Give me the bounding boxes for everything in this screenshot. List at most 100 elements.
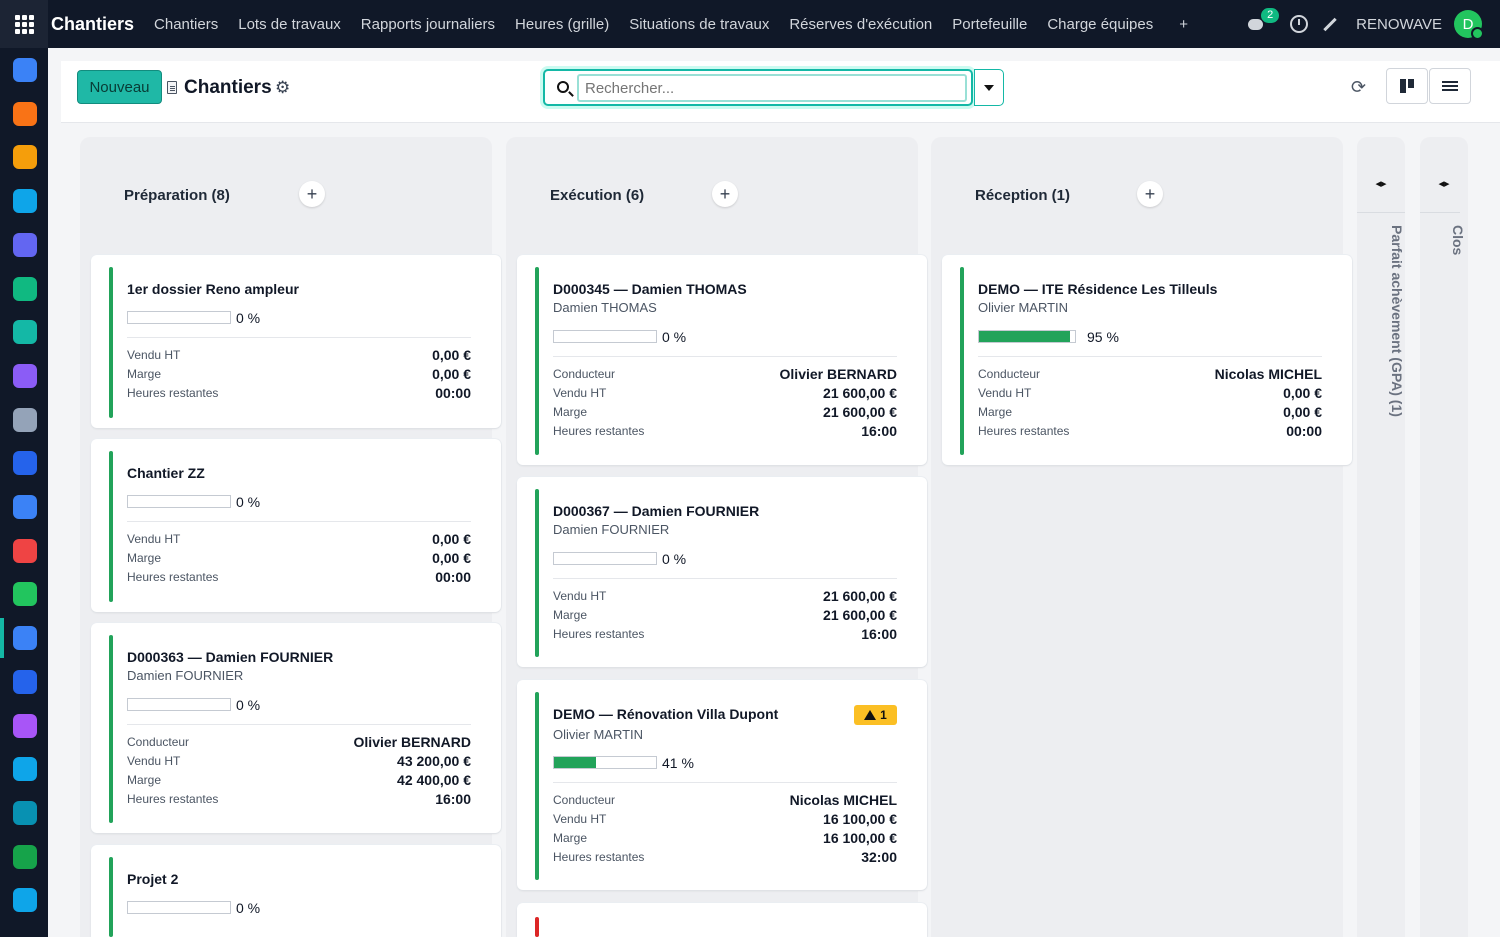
row-value: 00:00 — [1286, 423, 1322, 439]
row-label: Heures restantes — [127, 792, 219, 806]
column-title[interactable]: Exécution (6) — [550, 187, 644, 204]
menu-item-heures[interactable]: Heures (grille) — [505, 16, 619, 33]
contacts-icon[interactable] — [13, 276, 37, 301]
kanban-card-partial[interactable] — [517, 903, 927, 937]
folded-column-gpa[interactable]: ◂▸ Parfait achèvement (GPA) (1) — [1357, 137, 1405, 937]
expand-arrows-icon[interactable]: ◂▸ — [1357, 177, 1405, 190]
purchase-icon[interactable] — [13, 713, 37, 738]
activity-clock-icon[interactable] — [1290, 15, 1309, 33]
crm-icon[interactable] — [13, 232, 37, 257]
row-label: Vendu HT — [553, 812, 607, 826]
search-icon — [557, 81, 569, 93]
row-value: 00:00 — [435, 569, 471, 585]
app-brand[interactable]: Chantiers — [51, 14, 134, 35]
row-value: 21 600,00 € — [823, 588, 897, 604]
planning-icon[interactable] — [13, 495, 37, 519]
card-subtitle: Olivier MARTIN — [553, 727, 644, 742]
folded-column-clos[interactable]: ◂▸ Clos — [1420, 137, 1468, 937]
card-title: 1er dossier Reno ampleur — [127, 281, 299, 297]
column-title[interactable]: Réception (1) — [975, 187, 1070, 204]
gear-icon[interactable]: ⚙ — [275, 78, 290, 98]
user-avatar[interactable]: D — [1454, 10, 1484, 40]
row-label: Heures restantes — [553, 850, 645, 864]
spreadsheet-icon[interactable] — [13, 844, 37, 869]
kanban-card[interactable]: 1er dossier Reno ampleur 0 % Vendu HT 0,… — [91, 255, 501, 428]
folded-column-title: Parfait achèvement (GPA) (1) — [1389, 225, 1405, 417]
search-options-dropdown[interactable] — [974, 69, 1004, 106]
list-view-button[interactable] — [1429, 68, 1471, 104]
menu-item-portefeuille[interactable]: Portefeuille — [942, 16, 1037, 33]
discuss-icon[interactable] — [13, 58, 37, 82]
search-input[interactable] — [577, 74, 967, 102]
row-value: 0,00 € — [432, 550, 471, 566]
kanban-card[interactable]: D000367 — Damien FOURNIER Damien FOURNIE… — [517, 477, 927, 667]
kanban-card[interactable]: Chantier ZZ 0 % Vendu HT 0,00 € Marge 0,… — [91, 439, 501, 612]
menu-item-reserves[interactable]: Réserves d'exécution — [779, 16, 942, 33]
refresh-icon[interactable]: ⟳ — [1351, 77, 1366, 98]
kanban-card[interactable]: DEMO — ITE Résidence Les Tilleuls Olivie… — [942, 255, 1352, 465]
menu-item-rapports[interactable]: Rapports journaliers — [351, 16, 505, 33]
dashboard-icon[interactable] — [13, 538, 37, 563]
card-status-bar — [535, 267, 539, 455]
row-label: Conducteur — [978, 367, 1041, 381]
top-navbar: Chantiers Chantiers Lots de travaux Rapp… — [0, 0, 1500, 48]
column-add-icon[interactable]: + — [299, 181, 325, 207]
expand-arrows-icon[interactable]: ◂▸ — [1420, 177, 1468, 190]
menu-item-situations[interactable]: Situations de travaux — [619, 16, 779, 33]
kanban-card[interactable]: D000363 — Damien FOURNIER Damien FOURNIE… — [91, 623, 501, 833]
kanban-view-button[interactable] — [1386, 68, 1428, 104]
new-button[interactable]: Nouveau — [77, 70, 162, 104]
column-add-icon[interactable]: + — [712, 181, 738, 207]
app-menu-button[interactable] — [0, 0, 48, 48]
card-status-bar — [109, 635, 113, 823]
warning-badge[interactable]: 1 — [854, 705, 897, 725]
menu-item-charge[interactable]: Charge équipes — [1037, 16, 1163, 33]
documents-icon[interactable] — [13, 669, 37, 694]
calendar-31-icon[interactable] — [13, 145, 37, 170]
menu-item-lots[interactable]: Lots de travaux — [228, 16, 351, 33]
row-value: Nicolas MICHEL — [789, 792, 897, 808]
row-label: Vendu HT — [553, 386, 607, 400]
row-label: Conducteur — [127, 735, 190, 749]
app-sidebar — [0, 48, 48, 937]
column-title[interactable]: Préparation (8) — [124, 187, 230, 204]
mail-icon[interactable] — [13, 320, 37, 345]
progress-bar — [127, 311, 231, 324]
company-switcher[interactable]: RENOWAVE — [1356, 16, 1442, 33]
row-label: Vendu HT — [553, 589, 607, 603]
progress-label: 95 % — [1087, 329, 1119, 345]
row-label: Vendu HT — [127, 754, 181, 768]
card-status-bar — [535, 917, 539, 937]
row-value: 16:00 — [861, 423, 897, 439]
row-value: 00:00 — [435, 385, 471, 401]
card-subtitle: Damien THOMAS — [553, 300, 657, 315]
kanban-card[interactable]: D000345 — Damien THOMAS Damien THOMAS 0 … — [517, 255, 927, 465]
timesheet-icon[interactable] — [13, 582, 37, 607]
apps-grid-icon — [14, 14, 34, 34]
progress-label: 0 % — [236, 310, 261, 326]
column-add-icon[interactable]: + — [1137, 181, 1163, 207]
menu-item-chantiers[interactable]: Chantiers — [144, 16, 228, 33]
card-title: Chantier ZZ — [127, 465, 205, 481]
row-label: Marge — [553, 831, 588, 845]
search-box — [543, 69, 973, 106]
menu-add-icon[interactable]: + — [1169, 16, 1198, 33]
employees-icon[interactable] — [13, 800, 37, 825]
kanban-card[interactable]: Projet 2 0 % — [91, 845, 501, 937]
magic-wand-icon[interactable] — [1323, 17, 1337, 31]
chat-bubble-icon[interactable] — [13, 101, 37, 126]
row-label: Heures restantes — [553, 424, 645, 438]
project-icon[interactable] — [13, 451, 37, 476]
invoicing-icon[interactable] — [13, 757, 37, 782]
chantiers-icon[interactable] — [13, 626, 37, 651]
card-subtitle: Damien FOURNIER — [553, 522, 670, 537]
card-subtitle: Damien FOURNIER — [127, 668, 244, 683]
tools-icon[interactable] — [13, 888, 37, 913]
sign-icon[interactable] — [13, 189, 37, 214]
card-status-bar — [535, 489, 539, 657]
accounting-icon[interactable] — [13, 407, 37, 432]
card-status-bar — [109, 451, 113, 602]
sales-icon[interactable] — [13, 363, 37, 388]
kanban-card[interactable]: DEMO — Rénovation Villa Dupont 1 Olivier… — [517, 680, 927, 890]
messages-icon[interactable]: 2 — [1248, 8, 1280, 32]
